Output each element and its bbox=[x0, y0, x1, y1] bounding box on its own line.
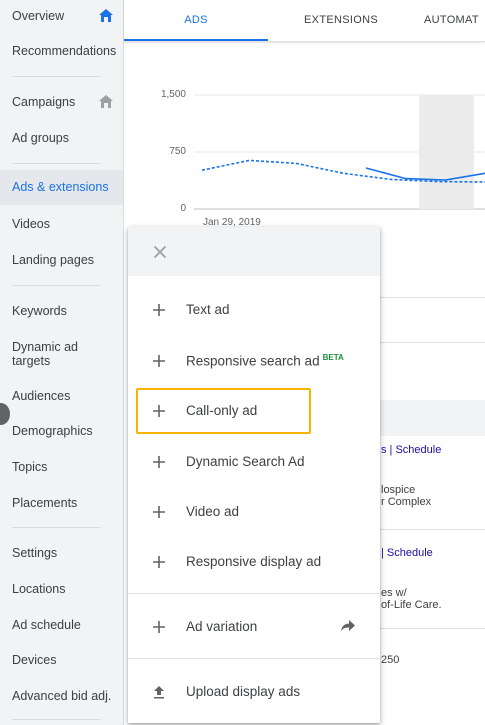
sidebar-item-settings[interactable]: Settings bbox=[0, 546, 123, 560]
tab-bar: ADS EXTENSIONS AUTOMAT bbox=[124, 0, 485, 42]
menu-item-text-ad[interactable]: Text ad bbox=[128, 290, 380, 330]
sidebar-divider bbox=[12, 163, 101, 164]
menu-item-ad-variation[interactable]: Ad variation bbox=[128, 607, 380, 647]
menu-item-video-ad[interactable]: Video ad bbox=[128, 492, 380, 532]
menu-item-label: Upload display ads bbox=[186, 684, 301, 699]
sidebar-nav: Overview Recommendations Campaigns Ad gr… bbox=[0, 0, 124, 725]
sidebar-item-label: Audiences bbox=[12, 389, 71, 403]
sidebar-item-placements[interactable]: Placements bbox=[0, 496, 123, 510]
row-divider bbox=[380, 342, 485, 343]
sidebar-item-dynamic-ad-targets[interactable]: Dynamic ad targets bbox=[0, 340, 90, 368]
cell-value: 250 bbox=[381, 654, 400, 666]
plus-icon bbox=[153, 621, 165, 633]
sidebar-divider bbox=[12, 719, 101, 720]
ad-text: lospice bbox=[381, 484, 416, 496]
sidebar-item-ad-schedule[interactable]: Ad schedule bbox=[0, 618, 123, 632]
sidebar-item-label: Ad schedule bbox=[12, 618, 81, 632]
row-divider bbox=[380, 628, 485, 629]
home-icon bbox=[99, 95, 113, 108]
ad-text: of-Life Care. bbox=[381, 599, 442, 611]
sidebar-item-label: Videos bbox=[12, 217, 50, 231]
upload-icon bbox=[154, 686, 164, 699]
highlight-box bbox=[136, 388, 311, 434]
home-icon bbox=[99, 9, 113, 22]
sidebar-item-recommendations[interactable]: Recommendations bbox=[0, 44, 123, 58]
sidebar-item-label: Locations bbox=[12, 582, 66, 596]
hover-band bbox=[419, 95, 474, 209]
sidebar-item-locations[interactable]: Locations bbox=[0, 582, 123, 596]
sidebar-item-label: Settings bbox=[12, 546, 58, 560]
sidebar-item-devices[interactable]: Devices bbox=[0, 653, 123, 667]
sidebar-item-campaigns[interactable]: Campaigns bbox=[0, 95, 123, 111]
sidebar-item-label: Landing pages bbox=[12, 253, 95, 267]
sidebar-divider bbox=[12, 76, 101, 77]
menu-item-label: Responsive search ad bbox=[186, 353, 320, 369]
sidebar-item-videos[interactable]: Videos bbox=[0, 217, 123, 231]
sidebar-item-audiences[interactable]: Audiences bbox=[0, 389, 123, 403]
sidebar-item-demographics[interactable]: Demographics bbox=[0, 424, 123, 438]
plus-icon bbox=[153, 556, 165, 568]
sidebar-item-label: Recommendations bbox=[12, 44, 117, 58]
sidebar-item-label: Placements bbox=[12, 496, 78, 510]
plus-icon bbox=[153, 506, 165, 518]
plus-icon bbox=[153, 304, 165, 316]
tab-extensions[interactable]: EXTENSIONS bbox=[268, 0, 414, 41]
share-arrow-icon bbox=[341, 620, 355, 632]
menu-divider bbox=[128, 593, 380, 594]
sidebar-item-advanced-bid-adj[interactable]: Advanced bid adj. bbox=[0, 689, 123, 703]
sidebar-item-label: Keywords bbox=[12, 304, 67, 318]
chart-plot bbox=[194, 94, 485, 210]
sidebar-divider bbox=[12, 285, 101, 286]
menu-item-upload-display-ads[interactable]: Upload display ads bbox=[128, 672, 380, 712]
sidebar-item-keywords[interactable]: Keywords bbox=[0, 304, 123, 318]
menu-item-label: Responsive display ad bbox=[186, 554, 322, 569]
sidebar-item-label: Advanced bid adj. bbox=[12, 689, 112, 703]
close-icon[interactable] bbox=[151, 243, 169, 261]
menu-item-label: Ad variation bbox=[186, 619, 258, 634]
schedule-link[interactable]: | Schedule bbox=[381, 547, 433, 559]
menu-item-label: Text ad bbox=[186, 302, 230, 317]
ad-text: es w/ bbox=[381, 587, 407, 599]
sidebar-item-label: Ad groups bbox=[12, 131, 69, 145]
menu-item-label: Video ad bbox=[186, 504, 240, 519]
row-divider bbox=[380, 529, 485, 530]
beta-badge: BETA bbox=[322, 353, 344, 362]
menu-header bbox=[128, 227, 380, 276]
plus-icon bbox=[153, 355, 165, 367]
sidebar-item-label: Devices bbox=[12, 653, 57, 667]
ad-text: r Complex bbox=[381, 496, 432, 508]
menu-item-dynamic-search-ad[interactable]: Dynamic Search Ad bbox=[128, 442, 380, 482]
sidebar-item-ads-extensions[interactable]: Ads & extensions bbox=[0, 170, 123, 205]
new-ad-menu: Text ad Responsive search ad BETA Call-on… bbox=[128, 227, 380, 723]
menu-item-responsive-display-ad[interactable]: Responsive display ad bbox=[128, 542, 380, 582]
tab-automated[interactable]: AUTOMAT bbox=[424, 0, 485, 41]
sidebar-item-label: Ads & extensions bbox=[12, 180, 109, 194]
plus-icon bbox=[153, 456, 165, 468]
sidebar-item-label: Overview bbox=[12, 9, 65, 23]
sidebar-item-label: Dynamic ad targets bbox=[12, 340, 78, 368]
schedule-link[interactable]: s | Schedule bbox=[381, 444, 441, 456]
menu-item-label: Dynamic Search Ad bbox=[186, 454, 305, 469]
row-divider bbox=[380, 297, 485, 298]
sidebar-divider bbox=[12, 527, 101, 528]
sidebar-item-topics[interactable]: Topics bbox=[0, 460, 123, 474]
sidebar-item-ad-groups[interactable]: Ad groups bbox=[0, 131, 123, 145]
sidebar-item-label: Campaigns bbox=[12, 95, 76, 109]
menu-item-responsive-search-ad[interactable]: Responsive search ad BETA bbox=[128, 341, 380, 381]
sidebar-item-label: Demographics bbox=[12, 424, 93, 438]
table-header bbox=[380, 400, 485, 436]
sidebar-item-overview[interactable]: Overview bbox=[0, 9, 123, 25]
sidebar-item-label: Topics bbox=[12, 460, 48, 474]
menu-divider bbox=[128, 658, 380, 659]
tab-ads[interactable]: ADS bbox=[124, 0, 268, 41]
performance-chart: 1,500 750 0 Jan 29, 2019 bbox=[124, 42, 485, 242]
sidebar-item-landing-pages[interactable]: Landing pages bbox=[0, 253, 123, 267]
